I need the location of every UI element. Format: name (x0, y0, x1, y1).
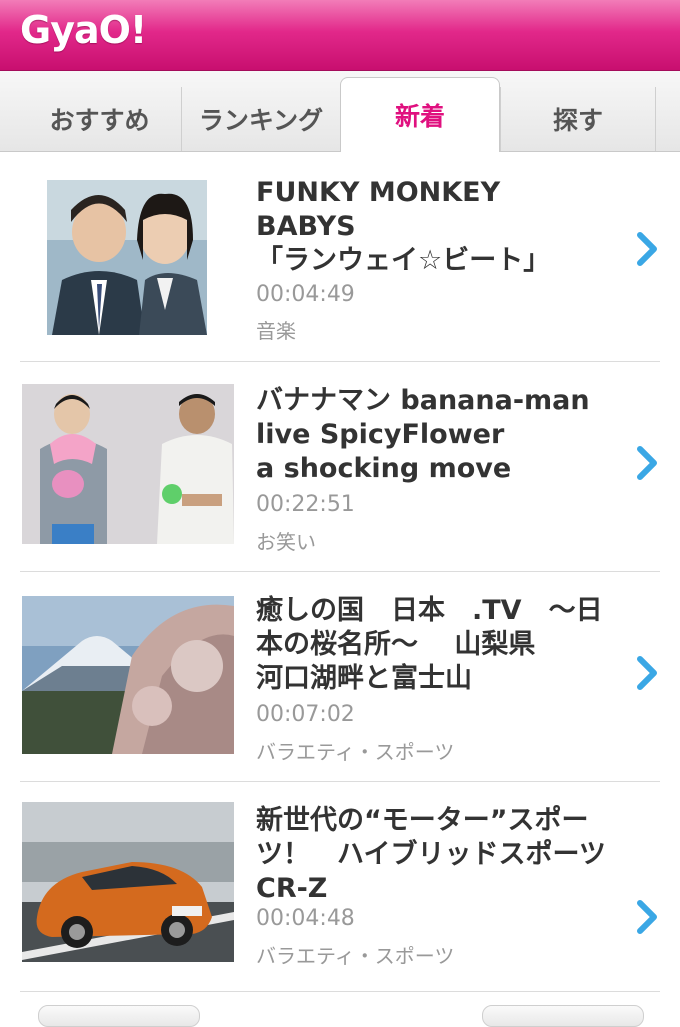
video-thumbnail[interactable] (22, 802, 234, 962)
prev-page-button[interactable] (38, 1005, 200, 1027)
item-category: バラエティ・スポーツ (256, 944, 455, 968)
item-category: バラエティ・スポーツ (256, 740, 455, 764)
item-duration: 00:04:48 (256, 906, 355, 931)
tab-ranking[interactable]: ランキング (182, 87, 340, 151)
gyao-logo[interactable]: GyaO! (20, 8, 147, 52)
item-category: 音楽 (256, 319, 296, 343)
item-category: お笑い (256, 530, 316, 554)
video-thumbnail[interactable] (22, 384, 234, 544)
row-divider (20, 991, 660, 992)
item-title[interactable]: FUNKY MONKEY BABYS 「ランウェイ☆ビート」 (256, 176, 616, 278)
video-thumbnail[interactable] (22, 596, 234, 754)
chevron-right-icon[interactable] (636, 446, 658, 489)
item-title[interactable]: 新世代の“モーター”スポー ツ！ ハイブリッドスポーツ CR-Z (256, 804, 616, 906)
pagination-bar (0, 1005, 680, 1027)
item-duration: 00:07:02 (256, 702, 355, 727)
list-item[interactable]: 癒しの国 日本 .TV ～日 本の桜名所～ 山梨県 河口湖畔と富士山 00:07… (0, 572, 680, 782)
list-item[interactable]: 新世代の“モーター”スポー ツ！ ハイブリッドスポーツ CR-Z 00:04:4… (0, 782, 680, 992)
item-title[interactable]: バナナマン banana-man live SpicyFlower a shoc… (256, 384, 616, 486)
tab-new[interactable]: 新着 (340, 77, 500, 152)
item-duration: 00:04:49 (256, 282, 355, 307)
list-item[interactable]: バナナマン banana-man live SpicyFlower a shoc… (0, 362, 680, 572)
chevron-right-icon[interactable] (636, 900, 658, 943)
app-header: GyaO! (0, 0, 680, 71)
item-duration: 00:22:51 (256, 492, 355, 517)
video-thumbnail[interactable] (47, 180, 207, 335)
tab-search[interactable]: 探す (500, 87, 656, 151)
next-page-button[interactable] (482, 1005, 644, 1027)
chevron-right-icon[interactable] (636, 656, 658, 699)
tab-bar: おすすめ ランキング 新着 探す (0, 71, 680, 152)
tab-recommended[interactable]: おすすめ (18, 87, 182, 151)
chevron-right-icon[interactable] (636, 232, 658, 275)
item-title[interactable]: 癒しの国 日本 .TV ～日 本の桜名所～ 山梨県 河口湖畔と富士山 (256, 594, 616, 696)
list-item[interactable]: FUNKY MONKEY BABYS 「ランウェイ☆ビート」 00:04:49 … (0, 152, 680, 362)
